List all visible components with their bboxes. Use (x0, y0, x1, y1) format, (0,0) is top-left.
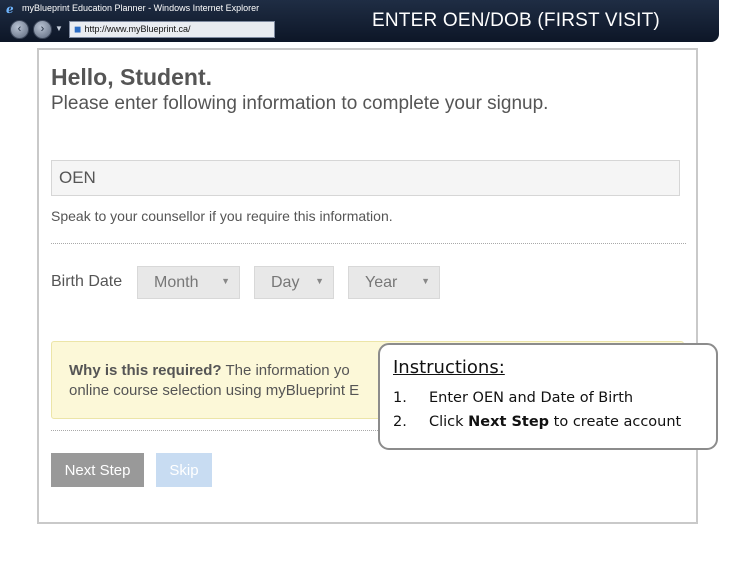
day-select-label: Day (271, 274, 300, 291)
slide-heading: ENTER OEN/DOB (FIRST VISIT) (372, 10, 660, 31)
skip-button[interactable]: Skip (156, 453, 212, 487)
caret-down-icon: ▼ (315, 276, 324, 286)
day-select[interactable]: Day ▼ (254, 266, 334, 299)
browser-title-bar: ℯ myBlueprint Education Planner - Window… (0, 0, 719, 42)
address-url: http://www.myBlueprint.ca/ (84, 24, 191, 34)
why-required-line1: Why is this required? The information yo (69, 362, 350, 379)
window-title: myBlueprint Education Planner - Windows … (22, 3, 260, 13)
page-icon: ◼ (74, 24, 82, 34)
address-bar[interactable]: ◼ http://www.myBlueprint.ca/ (69, 21, 275, 38)
divider (51, 243, 686, 244)
greeting-title: Hello, Student. (51, 64, 212, 90)
instructions-title: Instructions: (393, 357, 505, 378)
internet-explorer-icon: ℯ (6, 2, 14, 16)
instructions-callout: Instructions: 1. Enter OEN and Date of Bi… (378, 343, 718, 450)
month-select[interactable]: Month ▼ (137, 266, 240, 299)
counsellor-help-text: Speak to your counsellor if you require … (51, 208, 393, 224)
next-step-button[interactable]: Next Step (51, 453, 144, 487)
instruction-step: 1. Enter OEN and Date of Birth (393, 390, 634, 406)
month-select-label: Month (154, 274, 199, 291)
forward-button[interactable]: › (33, 20, 52, 39)
why-required-text: The information yo (225, 362, 350, 379)
back-button[interactable]: ‹ (10, 20, 29, 39)
why-required-line2: online course selection using myBlueprin… (69, 382, 360, 399)
why-required-title: Why is this required? (69, 362, 222, 379)
year-select-label: Year (365, 274, 398, 291)
instruction-step: 2. Click Next Step to create account (393, 414, 682, 430)
chevron-down-icon[interactable]: ▼ (55, 24, 63, 33)
signup-panel: Hello, Student. Please enter following i… (37, 48, 698, 524)
caret-down-icon: ▼ (221, 276, 230, 286)
oen-input[interactable] (51, 160, 680, 196)
instructions-list: 1. Enter OEN and Date of Birth 2. Click Ne… (393, 386, 681, 434)
signup-subheading: Please enter following information to co… (51, 93, 549, 114)
birth-date-label: Birth Date (51, 273, 123, 290)
caret-down-icon: ▼ (421, 276, 430, 286)
year-select[interactable]: Year ▼ (348, 266, 440, 299)
